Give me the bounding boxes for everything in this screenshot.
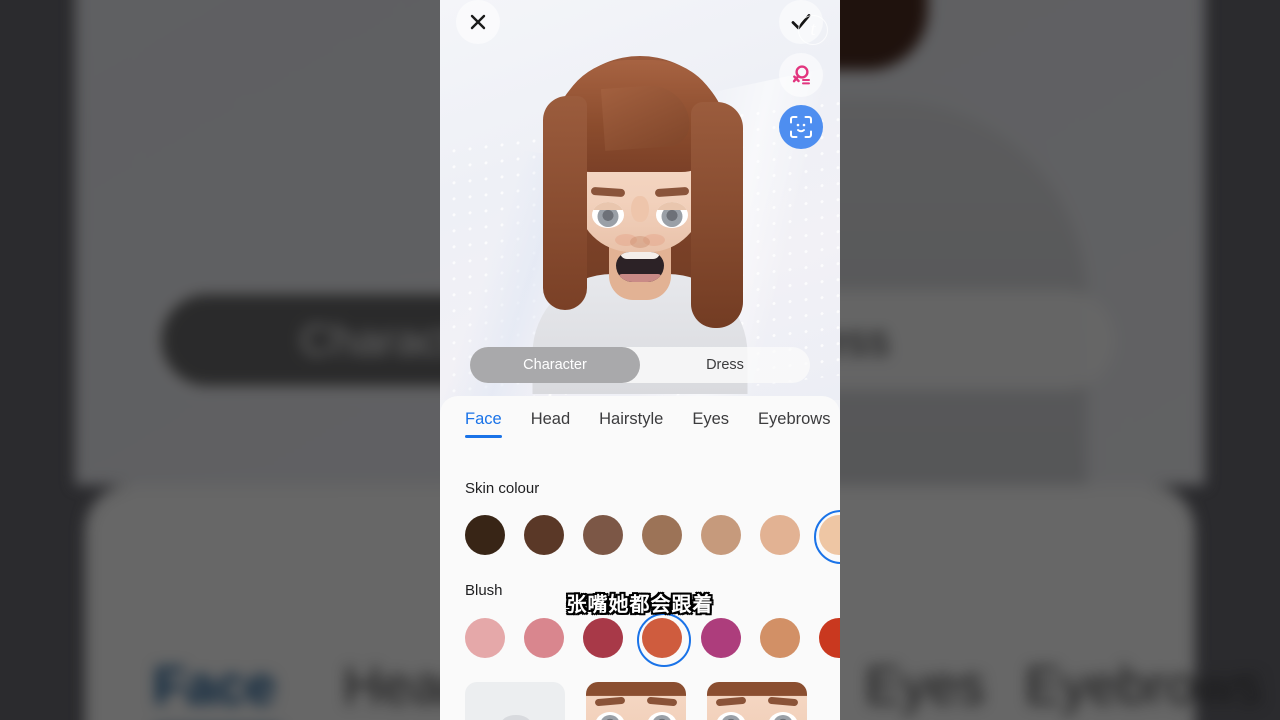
skin-swatch[interactable] [465,515,505,555]
segment-character[interactable]: Character [470,347,640,383]
skin-swatch[interactable] [642,515,682,555]
tab-head[interactable]: Head [531,410,570,438]
thumbnail-eyes-1[interactable] [586,682,686,720]
backdrop-tab-eyes: Eyes [865,656,986,716]
tab-eyebrows[interactable]: Eyebrows [758,410,830,438]
phone-viewport: t Character Dress Face Head Hairstyle Ey… [440,0,840,720]
skin-swatch[interactable] [583,515,623,555]
blush-swatch[interactable] [701,618,741,658]
blush-swatch-selected[interactable] [637,613,691,667]
screen-root: Character Dress Face Head Hairstyle Eyes… [0,0,1280,720]
blush-swatch[interactable] [583,618,623,658]
skin-swatch[interactable] [524,515,564,555]
backdrop-tab-eyebrows: Eyebrows [1025,656,1263,716]
blush-swatch[interactable] [524,618,564,658]
skin-colour-label: Skin colour [465,480,540,497]
watermark-logo: t [798,15,828,45]
category-tabs[interactable]: Face Head Hairstyle Eyes Eyebrows [440,410,840,452]
segment-dress[interactable]: Dress [640,347,810,383]
thumbnail-eyes-2[interactable] [707,682,807,720]
blush-swatch[interactable] [760,618,800,658]
tab-face[interactable]: Face [465,410,502,438]
skin-swatch[interactable] [701,515,741,555]
tab-hairstyle[interactable]: Hairstyle [599,410,663,438]
blush-swatch[interactable] [465,618,505,658]
blush-swatch[interactable] [819,618,840,658]
thumbnail-none[interactable] [465,682,565,720]
tab-eyes[interactable]: Eyes [692,410,729,438]
mode-segmented-control[interactable]: Character Dress [470,347,810,383]
skin-colour-swatches[interactable] [465,510,840,564]
editor-sheet: Face Head Hairstyle Eyes Eyebrows Skin c… [440,396,840,720]
style-thumbnails[interactable] [465,682,807,720]
face-scan-icon [790,116,812,138]
gender-icon [792,65,810,85]
avatar-preview: t [440,0,840,400]
video-subtitle: 张嘴她都会跟着 [566,592,714,616]
backdrop-tab-face: Face [153,656,277,716]
skin-swatch-selected[interactable] [814,510,840,564]
avatar-figure [515,46,765,394]
face-scan-button[interactable] [779,105,823,149]
blush-swatches[interactable] [465,613,840,667]
close-icon [470,14,486,30]
gender-button[interactable] [779,53,823,97]
skin-swatch[interactable] [760,515,800,555]
close-button[interactable] [456,0,500,44]
